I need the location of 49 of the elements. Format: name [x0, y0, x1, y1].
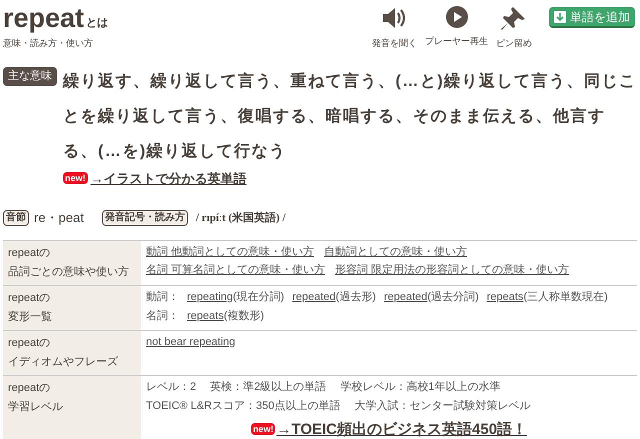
link[interactable]: 動詞 他動詞としての意味・使い方 [146, 242, 314, 260]
toeic-link[interactable]: →TOEIC頻出のビジネス英語450語！ [276, 420, 528, 438]
word-title: repeat [3, 2, 84, 34]
level-info: 大学入試：センター試験対策レベル [354, 398, 530, 414]
main-meaning-tag: 主な意味 [3, 66, 57, 86]
word-form-link[interactable]: repeats [486, 288, 524, 306]
form-note: (複数形) [224, 308, 264, 324]
play-icon [444, 5, 468, 29]
row-label: 品詞ごとの意味や使い方 [8, 264, 130, 280]
action-button[interactable]: 発音を聞く [371, 2, 418, 50]
row-label-word: repeatの [8, 336, 52, 350]
link[interactable]: 名詞 可算名詞としての意味・使い方 [146, 260, 326, 278]
title-suffix: とは [86, 16, 108, 30]
level-info: 学校レベル：高校1年以上の水準 [340, 380, 500, 394]
pin-icon [501, 5, 527, 31]
link[interactable]: 自動詞としての意味・使い方 [324, 242, 468, 260]
phonetic: / rɪpíːt (米国英語) / [196, 210, 286, 226]
syllable-tag: 音節 [3, 210, 29, 226]
level-info: レベル：2 [146, 380, 196, 394]
level-info: TOEIC® L&Rスコア：350点以上の単語 [146, 398, 340, 414]
row-label: イディオムやフレーズ [8, 354, 119, 370]
new-badge: new! [63, 172, 88, 184]
main-meaning-text: 繰り返す、繰り返して言う、重ねて言う、(…と)繰り返して言う、同じことを繰り返して言う、復唱する、暗唱する、そのまま伝える、他言する、(…を)繰り返して行なう [63, 71, 637, 162]
new-badge: new! [250, 423, 276, 435]
subtitle: 意味・読み方・使い方 [3, 37, 94, 50]
download-icon [554, 10, 566, 22]
level-info: 英検：準2級以上の単語 [210, 380, 326, 394]
part-of-speech: 名詞： [146, 308, 179, 324]
row-label-word: repeatの [8, 380, 52, 396]
word-form-link[interactable]: repeated [384, 288, 428, 306]
form-note: (過去形) [336, 290, 376, 304]
row-label: 変形一覧 [8, 310, 53, 324]
word-form-link[interactable]: repeats [187, 306, 224, 326]
phonetic-tag: 発音記号・読み方 [102, 210, 188, 226]
action-button[interactable]: ピン留め [495, 2, 533, 50]
link[interactable]: not bear repeating [146, 332, 236, 350]
illustration-link[interactable]: →イラストで分かる英単語 [90, 168, 247, 188]
syllables: re・peat [34, 209, 84, 227]
row-label-word: repeatの [8, 290, 52, 306]
form-note: (現在分詞) [232, 290, 284, 304]
part-of-speech: 動詞： [146, 290, 179, 304]
word-form-link[interactable]: repeating [187, 288, 233, 306]
action-button[interactable]: プレーヤー再生 [424, 2, 489, 48]
link[interactable]: 形容詞 限定用法の形容詞としての意味・使い方 [335, 260, 570, 278]
form-note: (過去分詞) [427, 290, 479, 304]
word-form-link[interactable]: repeated [292, 288, 336, 306]
form-note: (三人称単数現在) [523, 290, 608, 304]
row-label: 学習レベル [8, 400, 64, 414]
row-label-word: repeatの [8, 246, 52, 260]
